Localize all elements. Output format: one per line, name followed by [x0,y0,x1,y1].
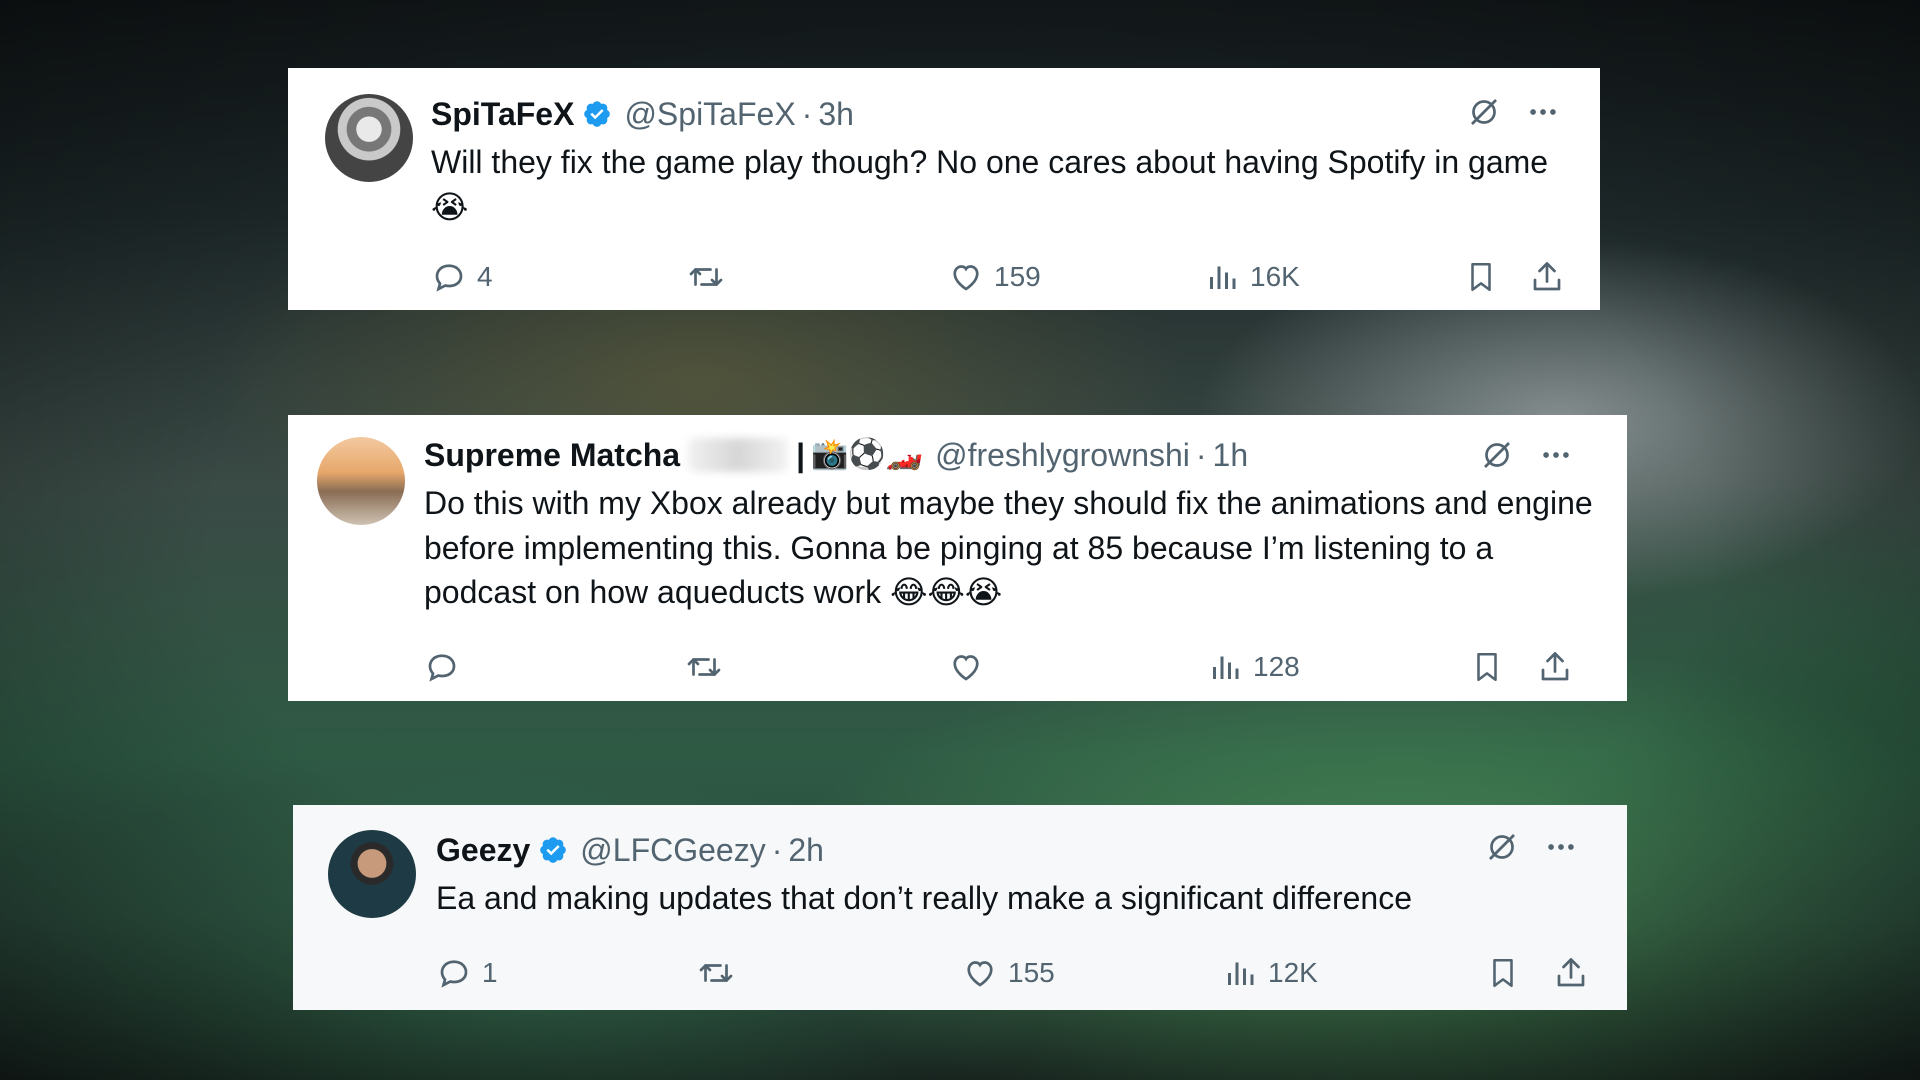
avatar[interactable] [317,437,405,525]
tweet-actions: 128 [288,647,1627,687]
tweet-header: SpiTaFeX @SpiTaFeX · 3h [431,92,854,136]
name-emojis: 📸⚽🏎️ [811,438,924,471]
grok-icon[interactable] [1479,437,1515,478]
like-button[interactable]: 159 [948,257,1041,297]
tweet-actions: 4 159 16K [288,257,1600,297]
tweet-header: Supreme Matcha | 📸⚽🏎️ @freshlygrownshi ·… [424,433,1248,477]
tweet-actions: 1 155 12K [293,953,1627,993]
heart-icon [967,961,993,987]
bookmark-button[interactable] [1464,257,1498,297]
reply-icon [435,264,463,292]
retweet-button[interactable] [684,647,734,687]
heart-icon [953,655,979,681]
like-button[interactable]: 155 [962,953,1055,993]
share-button[interactable] [1537,647,1573,687]
bookmark-icon [1477,652,1497,682]
tweet-text: Do this with my Xbox already but maybe t… [424,485,1593,610]
handle[interactable]: @SpiTaFeX [624,92,795,136]
retweet-icon [699,964,733,982]
tweet-header: Geezy @LFCGeezy · 2h [436,828,824,872]
top-icons [1466,94,1560,135]
share-button[interactable] [1553,953,1589,993]
reply-icon [428,654,456,682]
views-count: 128 [1253,651,1300,682]
display-name[interactable]: Supreme Matcha [424,433,680,477]
verified-badge-icon [582,99,612,129]
more-icon[interactable] [1544,830,1578,869]
separator-dot: · [1195,437,1207,473]
tweet-text: Ea and making updates that don’t really … [436,880,1412,916]
more-icon[interactable] [1539,438,1573,477]
views-icon [1228,962,1254,985]
timestamp[interactable]: 3h [818,92,854,136]
views-button[interactable]: 16K [1204,257,1300,297]
heart-icon [953,265,979,291]
tweet-card[interactable]: SpiTaFeX @SpiTaFeX · 3h Will they fix th… [288,68,1600,310]
top-icons [1484,829,1578,870]
bookmark-button[interactable] [1486,953,1520,993]
retweet-button[interactable] [686,257,736,297]
tweet-card[interactable]: Supreme Matcha | 📸⚽🏎️ @freshlygrownshi ·… [288,415,1627,701]
views-count: 16K [1250,261,1300,292]
like-button[interactable] [948,647,994,687]
retweet-icon [689,268,723,286]
views-count: 12K [1268,957,1318,988]
handle[interactable]: @freshlygrownshi [935,433,1190,477]
like-count: 155 [1008,957,1055,988]
name-separator: | [796,437,806,473]
reply-button[interactable] [424,647,470,687]
retweet-button[interactable] [696,953,746,993]
views-icon [1210,266,1236,289]
share-icon [1557,958,1585,987]
reply-icon [440,960,468,988]
views-button[interactable]: 128 [1207,647,1300,687]
separator-dot: · [801,96,813,132]
tweet-text: Will they fix the game play though? No o… [431,144,1549,225]
more-icon[interactable] [1526,95,1560,134]
share-button[interactable] [1529,257,1565,297]
reply-count: 1 [482,957,498,988]
grok-icon[interactable] [1466,94,1502,135]
bookmark-button[interactable] [1470,647,1504,687]
timestamp[interactable]: 1h [1213,433,1249,477]
like-count: 159 [994,261,1041,292]
display-name[interactable]: SpiTaFeX [431,92,574,136]
share-icon [1541,652,1569,681]
share-icon [1533,262,1561,291]
display-name[interactable]: Geezy [436,828,530,872]
grok-icon[interactable] [1484,829,1520,870]
verified-badge-icon [538,835,568,865]
separator-dot: · [771,832,783,868]
handle[interactable]: @LFCGeezy [580,828,765,872]
bookmark-icon [1493,958,1513,988]
bookmark-icon [1471,262,1491,292]
reply-count: 4 [477,261,493,292]
top-icons [1479,437,1573,478]
blurred-name-segment [688,438,789,472]
avatar[interactable] [325,94,413,182]
reply-button[interactable]: 1 [436,953,498,993]
retweet-icon [687,658,721,676]
avatar[interactable] [328,830,416,918]
reply-button[interactable]: 4 [431,257,493,297]
timestamp[interactable]: 2h [788,828,824,872]
views-button[interactable]: 12K [1222,953,1318,993]
tweet-card[interactable]: Geezy @LFCGeezy · 2h Ea and making updat… [293,805,1627,1010]
views-icon [1213,656,1239,679]
